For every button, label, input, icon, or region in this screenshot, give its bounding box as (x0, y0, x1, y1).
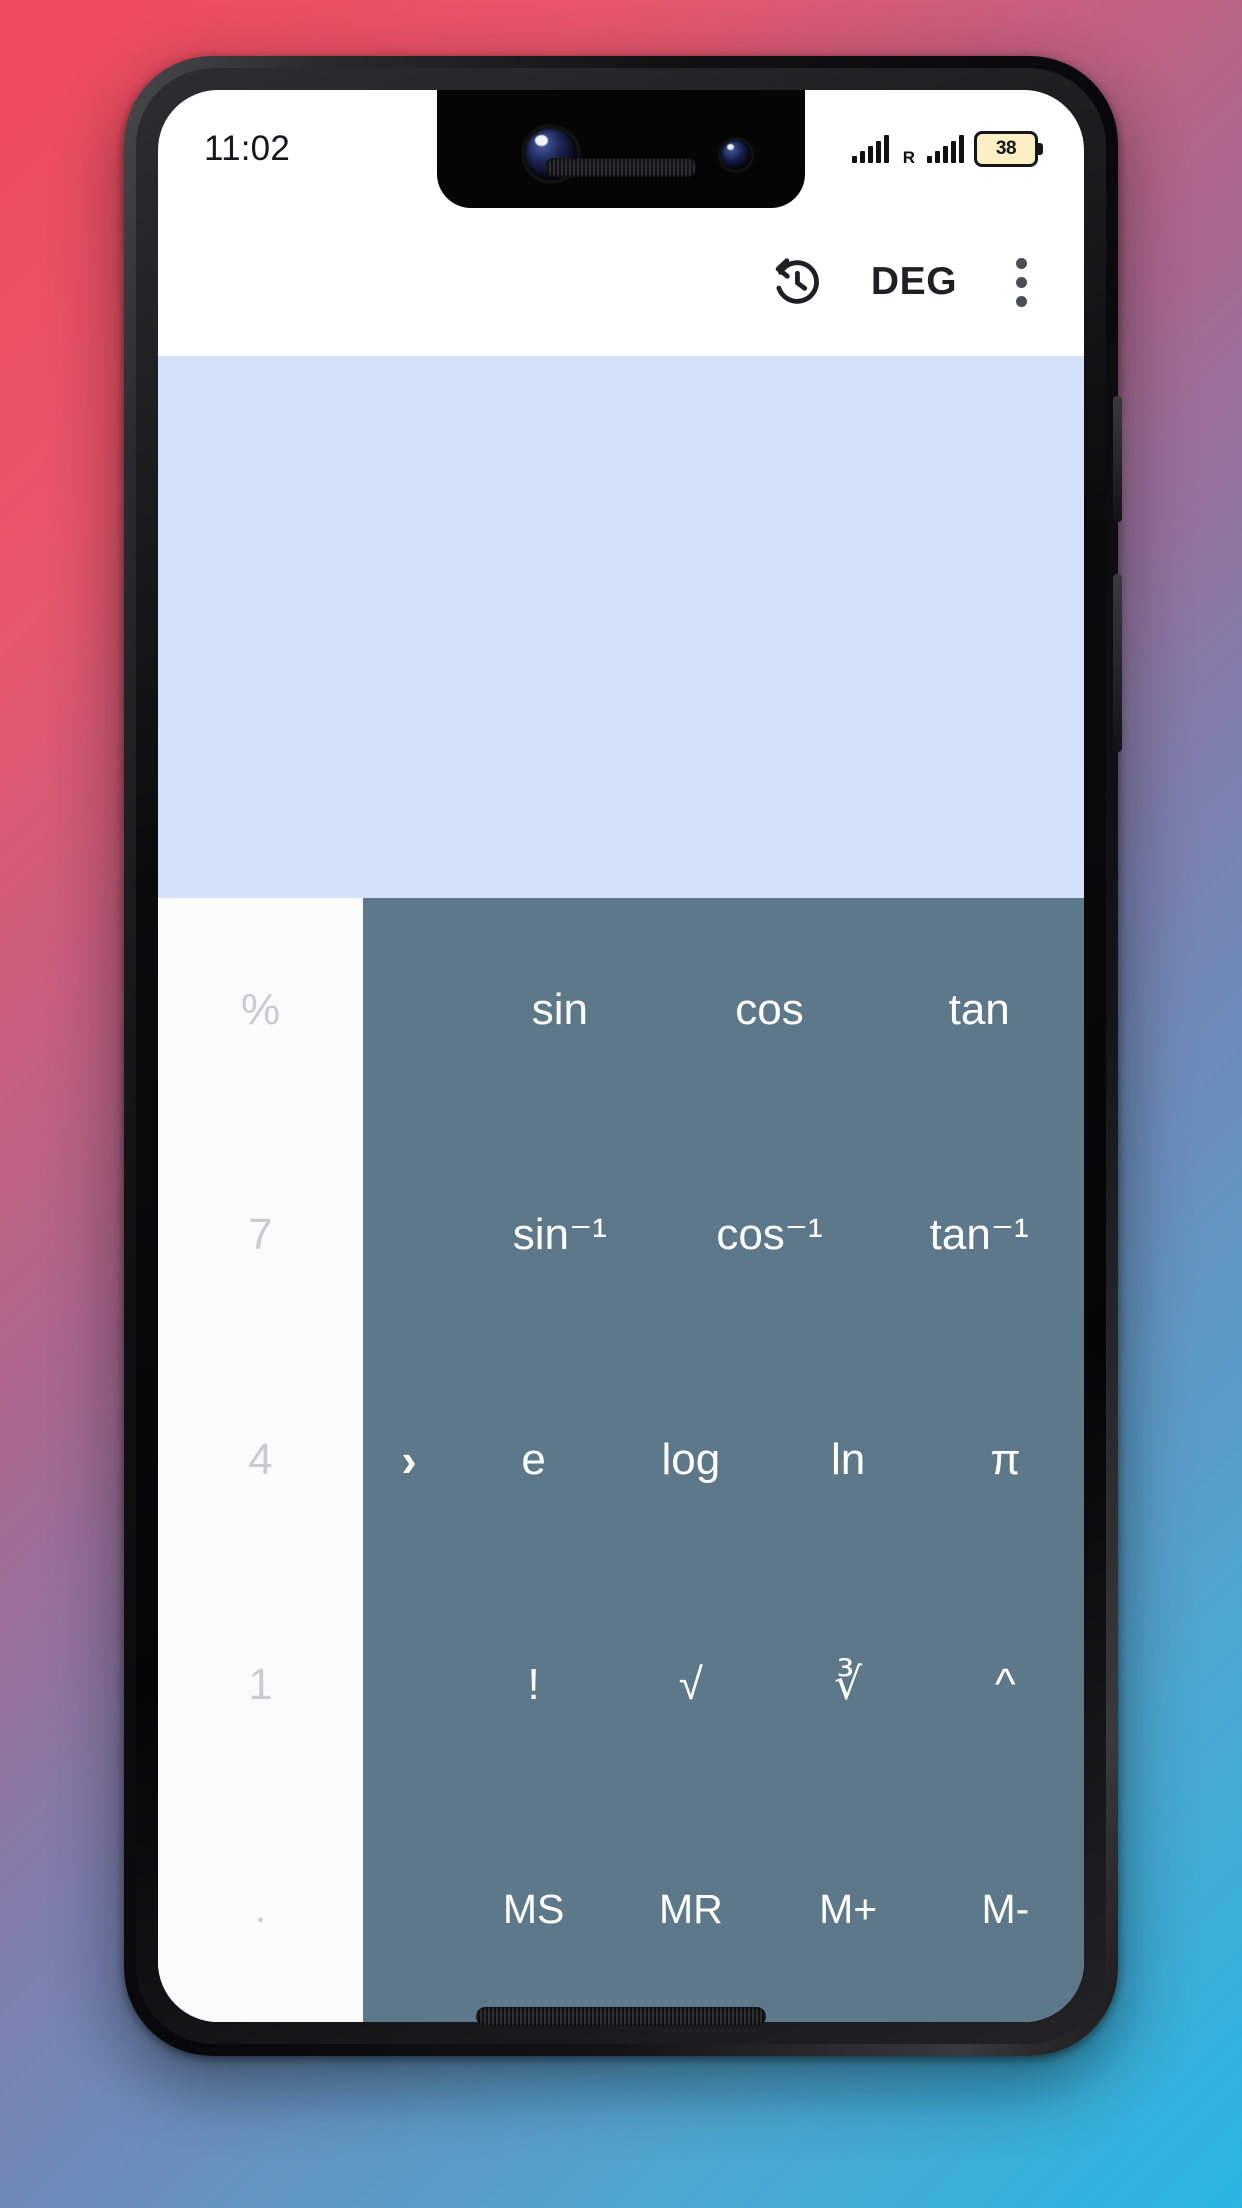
notch (437, 90, 805, 208)
scientific-row-4: ! √ ∛ ^ (363, 1572, 1084, 1797)
key-acos[interactable]: cos⁻¹ (665, 1213, 875, 1257)
front-camera-secondary-icon (721, 140, 751, 170)
key-memory-add[interactable]: M+ (770, 1889, 927, 1930)
phone-bezel: 11:02 R 38 DEG % 7 4 1 . sin cos tan sin… (136, 68, 1106, 2044)
app-toolbar: DEG (158, 208, 1084, 356)
volume-button[interactable] (1113, 574, 1122, 752)
expand-panel-chevron-icon[interactable]: › (363, 1437, 455, 1483)
key-memory-subtract[interactable]: M- (927, 1889, 1084, 1930)
phone-screen: 11:02 R 38 DEG % 7 4 1 . sin cos tan sin… (158, 90, 1084, 2022)
scientific-row-3: › e log ln π (363, 1348, 1084, 1573)
phone-frame: 11:02 R 38 DEG % 7 4 1 . sin cos tan sin… (124, 56, 1122, 2056)
key-cbrt[interactable]: ∛ (770, 1662, 927, 1707)
roaming-signal-bars-icon (927, 135, 964, 163)
signal-bars-icon (851, 135, 889, 163)
key-tan[interactable]: tan (874, 988, 1084, 1032)
key-log[interactable]: log (612, 1437, 769, 1482)
status-clock: 11:02 (204, 129, 290, 168)
key-sin[interactable]: sin (455, 988, 665, 1032)
key-memory-store[interactable]: MS (455, 1889, 612, 1930)
key-1[interactable]: 1 (158, 1572, 363, 1797)
key-sqrt[interactable]: √ (612, 1662, 769, 1707)
earpiece-speaker-icon (545, 158, 697, 177)
overflow-dot-1 (1015, 257, 1027, 269)
bottom-speaker-icon (476, 2007, 766, 2026)
history-button[interactable] (748, 232, 844, 332)
key-memory-recall[interactable]: MR (612, 1889, 769, 1930)
key-cos[interactable]: cos (665, 988, 875, 1032)
roaming-label: R (902, 148, 915, 167)
overflow-menu-button[interactable] (984, 232, 1058, 332)
key-e[interactable]: e (455, 1437, 612, 1482)
scientific-row-1: sin cos tan (363, 898, 1084, 1123)
phone-screen-surround: 11:02 R 38 DEG % 7 4 1 . sin cos tan sin… (158, 90, 1084, 2022)
overflow-dot-3 (1015, 295, 1027, 307)
scientific-row-5: MS MR M+ M- (363, 1797, 1084, 2022)
key-percent[interactable]: % (158, 898, 363, 1123)
key-pi[interactable]: π (927, 1437, 1084, 1482)
battery-icon: 38 (974, 131, 1043, 167)
key-7[interactable]: 7 (158, 1123, 363, 1348)
key-power[interactable]: ^ (927, 1662, 1084, 1707)
status-icons: R 38 (851, 131, 1043, 167)
keypad: % 7 4 1 . sin cos tan sin⁻¹ cos⁻¹ tan⁻¹ … (158, 898, 1084, 2022)
key-asin[interactable]: sin⁻¹ (455, 1213, 665, 1257)
power-button[interactable] (1113, 396, 1122, 522)
key-ln[interactable]: ln (770, 1437, 927, 1482)
key-factorial[interactable]: ! (455, 1662, 612, 1707)
calculator-display[interactable] (158, 356, 1084, 898)
key-4[interactable]: 4 (158, 1348, 363, 1573)
battery-level-label: 38 (995, 138, 1017, 159)
key-decimal-point[interactable]: . (158, 1797, 363, 2022)
overflow-dot-2 (1015, 276, 1027, 288)
scientific-panel: sin cos tan sin⁻¹ cos⁻¹ tan⁻¹ › e log ln… (363, 898, 1084, 2022)
history-icon (775, 258, 819, 304)
key-atan[interactable]: tan⁻¹ (874, 1213, 1084, 1257)
angle-mode-button[interactable]: DEG (844, 232, 984, 332)
scientific-row-2: sin⁻¹ cos⁻¹ tan⁻¹ (363, 1123, 1084, 1348)
numeric-column: % 7 4 1 . (158, 898, 363, 2022)
